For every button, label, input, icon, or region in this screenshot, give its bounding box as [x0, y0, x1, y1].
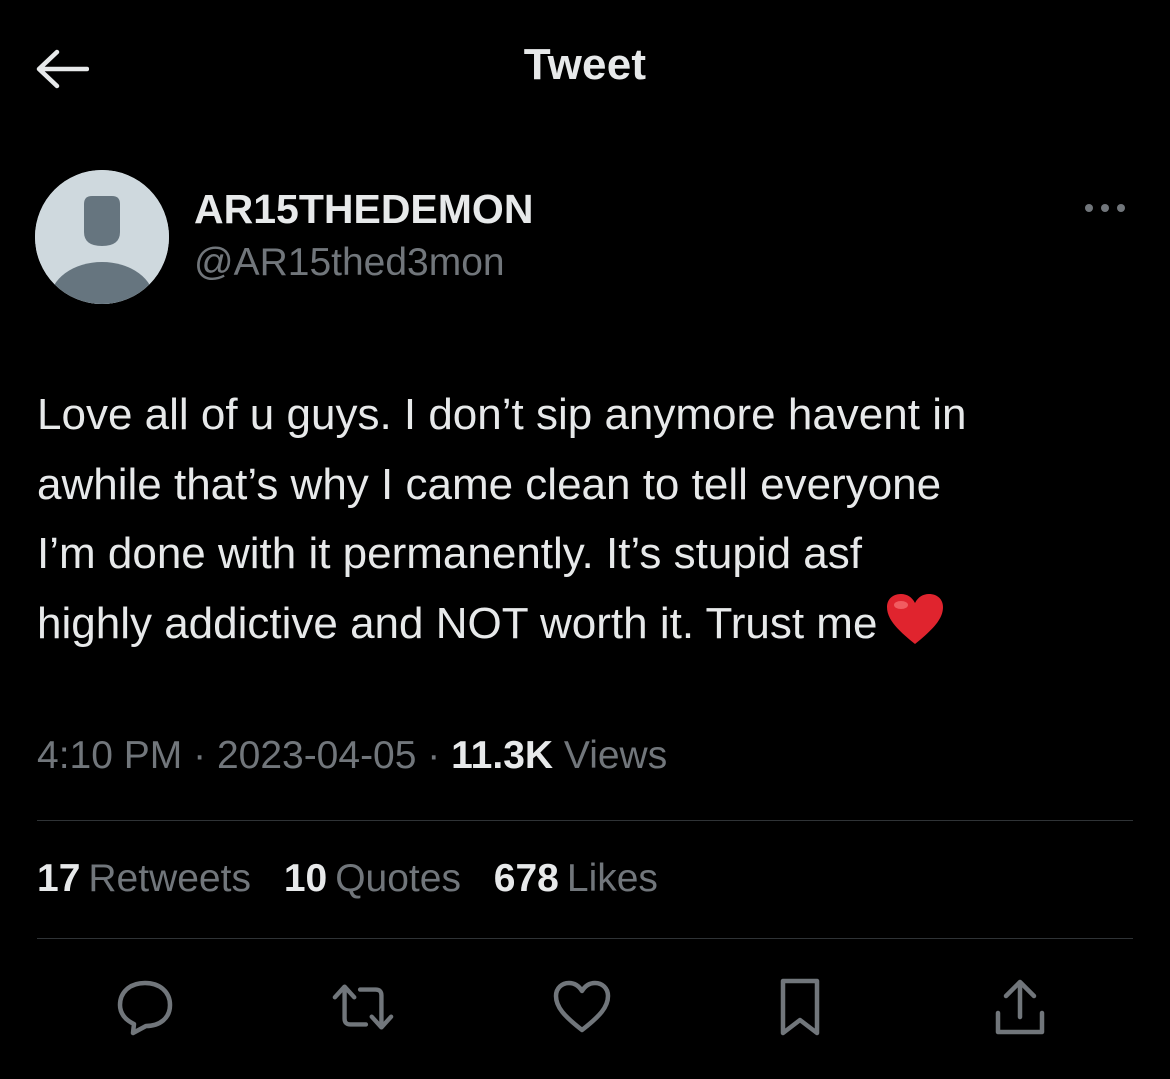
user-handle[interactable]: @AR15thed3mon [194, 241, 505, 285]
like-button[interactable] [550, 975, 614, 1039]
more-horizontal-icon [1085, 204, 1125, 212]
likes-count: 678 [493, 857, 559, 900]
display-name[interactable]: AR15THEDEMON [194, 186, 533, 233]
retweet-icon [332, 984, 394, 1030]
retweet-button[interactable] [331, 975, 395, 1039]
reply-button[interactable] [113, 975, 177, 1039]
red-heart-emoji [885, 592, 945, 667]
tweet-meta: 4:10 PM · 2023-04-05 · 11.3K Views [37, 734, 667, 778]
quotes-stat[interactable]: 10 Quotes [284, 857, 461, 901]
page-title: Tweet [523, 40, 647, 89]
divider [37, 820, 1133, 821]
tweet-date: 2023-04-05 [216, 734, 417, 777]
tweet-line: Love all of u guys. I don’t sip anymore … [37, 390, 967, 439]
meta-separator: · [427, 734, 441, 777]
tweet-line: awhile that’s why I came clean to tell e… [37, 459, 942, 509]
avatar[interactable] [35, 170, 169, 304]
divider [37, 938, 1133, 939]
views-label: Views [563, 734, 668, 777]
default-avatar-icon [35, 170, 169, 304]
share-button[interactable] [988, 975, 1052, 1039]
tweet-line: I’m done with it permanently. It’s stupi… [37, 529, 862, 578]
share-icon [995, 979, 1045, 1035]
quotes-count: 10 [283, 857, 328, 900]
meta-separator: · [193, 734, 207, 777]
more-button[interactable] [1080, 190, 1130, 226]
top-bar: Tweet [0, 0, 1170, 135]
tweet-line: highly addictive and NOT worth it. Trust… [37, 598, 878, 648]
retweets-stat[interactable]: 17 Retweets [37, 857, 251, 901]
likes-stat[interactable]: 678 Likes [494, 857, 658, 901]
reply-icon [117, 980, 173, 1036]
retweets-label: Retweets [88, 857, 251, 900]
tweet-time: 4:10 PM [37, 734, 183, 777]
action-bar [0, 975, 1170, 1045]
tweet-text: Love all of u guys. I don’t sip anymore … [37, 380, 1137, 666]
engagement-stats: 17 Retweets 10 Quotes 678 Likes [37, 857, 680, 901]
likes-label: Likes [566, 857, 658, 900]
like-icon [553, 980, 611, 1033]
quotes-label: Quotes [335, 857, 461, 900]
bookmark-icon [780, 978, 820, 1036]
retweets-count: 17 [37, 857, 81, 900]
views-count: 11.3K [451, 734, 554, 777]
bookmark-button[interactable] [768, 975, 832, 1039]
